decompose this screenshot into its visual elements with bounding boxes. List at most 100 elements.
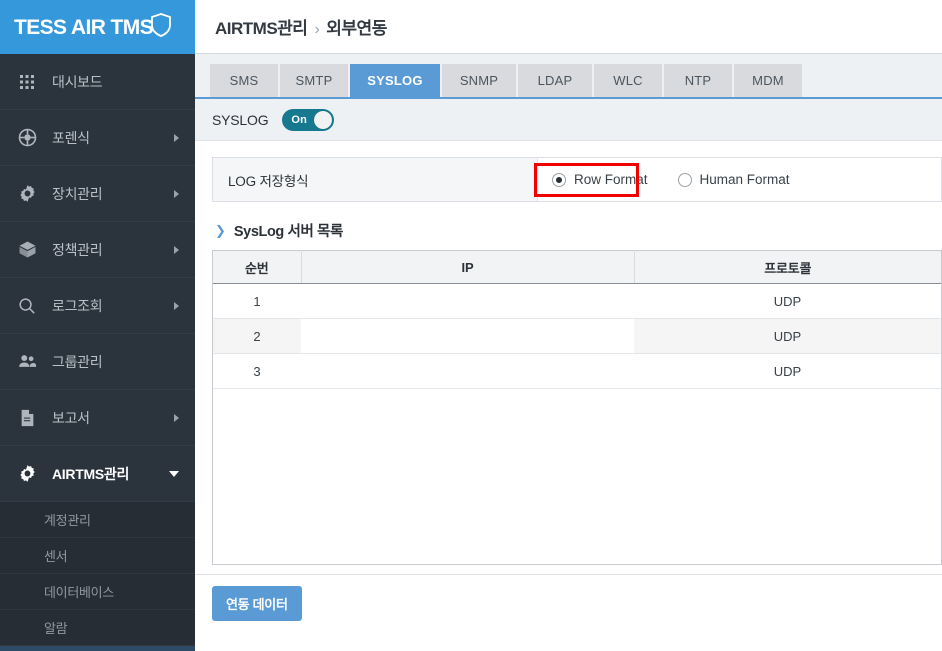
radio-label: Human Format: [699, 172, 790, 187]
breadcrumb-parent[interactable]: AIRTMS관리: [215, 19, 308, 38]
syslog-title: SYSLOG: [212, 111, 269, 128]
tab-label: NTP: [684, 73, 712, 88]
main-content: AIRTMS관리 › 외부연동 SMS SMTP SYSLOG SNMP LDAP …: [195, 0, 942, 651]
sidebar-item-group-management[interactable]: 그룹관리: [0, 334, 195, 390]
sidebar-nav: 대시보드 포렌식 장치관리 정책관리 로그조회 그룹관리 보고서 AIRTMS관…: [0, 54, 195, 502]
log-format-label: LOG 저장형식: [213, 158, 538, 201]
sidebar-subitem-external-link[interactable]: 외부연동: [0, 646, 195, 651]
section-title: SysLog 서버 목록: [233, 224, 343, 240]
tab-ntp[interactable]: NTP: [664, 64, 732, 97]
footer-actions: 연동 데이터: [195, 575, 942, 621]
tab-snmp[interactable]: SNMP: [442, 64, 516, 97]
syslog-content: LOG 저장형식 Row Format Human Format ❯ SysLo…: [195, 141, 942, 565]
tab-label: SMTP: [295, 73, 333, 88]
sidebar-item-airtms-management[interactable]: AIRTMS관리: [0, 446, 195, 502]
sidebar-item-log-search[interactable]: 로그조회: [0, 278, 195, 334]
gear-network-icon: [14, 183, 40, 205]
syslog-server-table: 순번 IP 프로토콜 1 UDP 2 UDP 3 UDP: [213, 250, 941, 389]
radio-label: Row Format: [574, 172, 648, 187]
server-list-section-header: ❯ SysLog 서버 목록: [215, 220, 942, 241]
chevron-down-icon: [169, 470, 179, 477]
column-header-protocol: 프로토콜: [634, 250, 941, 284]
tab-ldap[interactable]: LDAP: [518, 64, 592, 97]
shield-icon: [150, 12, 172, 42]
tab-label: LDAP: [537, 73, 573, 88]
column-header-no: 순번: [213, 250, 302, 284]
tab-label: SNMP: [459, 73, 499, 88]
application-window: TESS AIR TMS 대시보드 포렌식 장치관리 정책관리 로그조회 그룹관…: [0, 0, 942, 651]
sidebar-item-label: 장치관리: [52, 185, 103, 202]
syslog-toggle[interactable]: On: [282, 108, 335, 131]
log-format-row: LOG 저장형식 Row Format Human Format: [212, 157, 942, 202]
tab-wlc[interactable]: WLC: [594, 64, 662, 97]
tab-label: WLC: [613, 73, 643, 88]
tab-mdm[interactable]: MDM: [734, 64, 802, 97]
page-title: 외부연동: [326, 19, 387, 38]
cell-protocol: UDP: [634, 283, 941, 319]
people-icon: [14, 351, 40, 373]
sidebar-item-label: 그룹관리: [52, 353, 103, 370]
breadcrumb: AIRTMS관리 › 외부연동: [215, 14, 387, 39]
sidebar-item-policy-management[interactable]: 정책관리: [0, 222, 195, 278]
cell-protocol: UDP: [634, 318, 941, 354]
column-header-ip: IP: [301, 250, 635, 284]
syslog-panel: SYSLOG On LOG 저장형식 Row Format Human Form…: [195, 99, 942, 621]
sidebar-item-label: 로그조회: [52, 297, 103, 314]
topbar: AIRTMS관리 › 외부연동: [195, 0, 942, 54]
radio-row-format[interactable]: Row Format: [552, 172, 648, 187]
table-row[interactable]: 1 UDP: [213, 283, 941, 319]
sidebar-subitem-label: 센서: [44, 549, 68, 564]
cell-no: 2: [213, 318, 301, 354]
chevron-right-icon: [174, 245, 179, 254]
tab-bar: SMS SMTP SYSLOG SNMP LDAP WLC NTP MDM: [195, 54, 942, 99]
chevron-right-icon: [174, 301, 179, 310]
cell-no: 3: [213, 353, 301, 389]
tab-smtp[interactable]: SMTP: [280, 64, 348, 97]
cell-ip: [301, 283, 634, 319]
radio-indicator[interactable]: [677, 172, 692, 187]
cell-protocol: UDP: [634, 353, 941, 389]
sidebar-item-label: 대시보드: [52, 73, 103, 90]
tab-sms[interactable]: SMS: [210, 64, 278, 97]
sidebar-subitem-label: 알람: [44, 621, 68, 636]
table-row[interactable]: 2 UDP: [213, 318, 941, 354]
cube-icon: [14, 239, 40, 261]
sidebar-subitem-label: 계정관리: [44, 513, 91, 528]
syslog-enable-row: SYSLOG On: [195, 99, 942, 141]
cell-no: 1: [213, 283, 301, 319]
syslog-server-table-container: 순번 IP 프로토콜 1 UDP 2 UDP 3 UDP: [212, 250, 942, 565]
chevron-right-icon: [174, 413, 179, 422]
sidebar-item-report[interactable]: 보고서: [0, 390, 195, 446]
tab-label: MDM: [752, 73, 784, 88]
sidebar-item-label: AIRTMS관리: [52, 465, 130, 482]
sidebar-subitem-account[interactable]: 계정관리: [0, 502, 195, 538]
sidebar-subitem-sensor[interactable]: 센서: [0, 538, 195, 574]
tab-label: SYSLOG: [367, 73, 423, 88]
brand-name: TESS AIR TMS: [14, 15, 154, 39]
sidebar-subitem-label: 데이터베이스: [44, 585, 114, 600]
sidebar-item-label: 포렌식: [52, 129, 90, 146]
log-format-options: Row Format Human Format: [538, 158, 941, 201]
sidebar-item-label: 보고서: [52, 409, 90, 426]
chevron-right-icon: [174, 189, 179, 198]
cell-ip: [301, 353, 634, 389]
toggle-knob: [314, 110, 333, 129]
toggle-state-label: On: [291, 113, 308, 126]
sidebar-item-device-management[interactable]: 장치관리: [0, 166, 195, 222]
brand-logo[interactable]: TESS AIR TMS: [0, 0, 195, 54]
sidebar-item-dashboard[interactable]: 대시보드: [0, 54, 195, 110]
tab-syslog[interactable]: SYSLOG: [350, 64, 440, 97]
sidebar-subitem-database[interactable]: 데이터베이스: [0, 574, 195, 610]
radio-human-format[interactable]: Human Format: [677, 172, 790, 187]
sidebar-submenu-airtms: 계정관리 센서 데이터베이스 알람 외부연동: [0, 502, 195, 651]
radio-indicator[interactable]: [552, 172, 566, 187]
table-header-row: 순번 IP 프로토콜: [213, 250, 941, 284]
table-row[interactable]: 3 UDP: [213, 353, 941, 389]
chevron-right-icon: [174, 133, 179, 142]
lifebuoy-icon: [14, 127, 40, 149]
sidebar-subitem-alarm[interactable]: 알람: [0, 610, 195, 646]
gear-icon: [14, 463, 40, 485]
document-icon: [14, 407, 40, 429]
sidebar-item-forensic[interactable]: 포렌식: [0, 110, 195, 166]
sync-data-button[interactable]: 연동 데이터: [212, 586, 302, 621]
